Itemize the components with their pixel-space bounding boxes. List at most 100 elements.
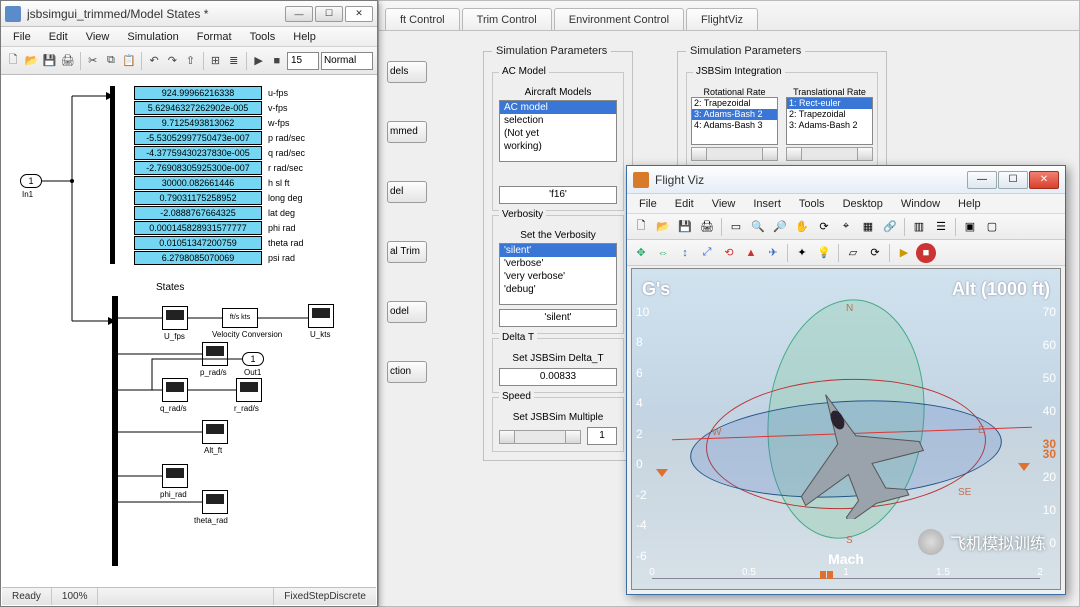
maximize-button[interactable]: ☐ bbox=[998, 171, 1028, 189]
display-v-fps[interactable]: 5.62946327262902e-005 bbox=[134, 101, 262, 115]
list-item[interactable]: 3: Adams-Bash 2 bbox=[692, 109, 777, 120]
cam-pan-icon[interactable]: ⇔ bbox=[653, 243, 673, 263]
scrollbar-trans[interactable] bbox=[786, 147, 873, 161]
menu-insert[interactable]: Insert bbox=[745, 197, 789, 211]
stop-time-input[interactable] bbox=[287, 52, 319, 70]
menu-tools[interactable]: Tools bbox=[242, 30, 284, 44]
brush-icon[interactable]: ▦ bbox=[858, 217, 878, 237]
save-icon[interactable]: 💾 bbox=[675, 217, 695, 237]
open-icon[interactable]: 📂 bbox=[653, 217, 673, 237]
value-speed[interactable]: 1 bbox=[587, 427, 617, 445]
list-item[interactable]: working) bbox=[500, 140, 616, 153]
perspective-icon[interactable]: ▱ bbox=[843, 243, 863, 263]
play-icon[interactable]: ▶ bbox=[251, 51, 267, 71]
menu-tools[interactable]: Tools bbox=[791, 197, 833, 211]
cam-walk-icon[interactable]: ▲ bbox=[741, 243, 761, 263]
menu-view[interactable]: View bbox=[704, 197, 744, 211]
btn-models[interactable]: dels bbox=[387, 61, 427, 83]
menu-edit[interactable]: Edit bbox=[667, 197, 702, 211]
model-explorer-icon[interactable]: ≣ bbox=[226, 51, 242, 71]
btn-action[interactable]: ction bbox=[387, 361, 427, 383]
close-button[interactable]: ✕ bbox=[1029, 171, 1059, 189]
demux-block[interactable] bbox=[110, 86, 115, 264]
menu-help[interactable]: Help bbox=[950, 197, 989, 211]
bus-selector-block[interactable] bbox=[112, 296, 118, 566]
scope-theta-rad[interactable] bbox=[202, 490, 228, 514]
list-item[interactable]: 3: Adams-Bash 2 bbox=[787, 120, 872, 131]
display-q-radsec[interactable]: -4.37759430237830e-005 bbox=[134, 146, 262, 160]
listbox-rot-rate[interactable]: 2: Trapezoidal 3: Adams-Bash 2 4: Adams-… bbox=[691, 97, 778, 145]
new-figure-icon[interactable]: 🗋 bbox=[631, 217, 651, 237]
list-item[interactable]: 'debug' bbox=[500, 283, 616, 296]
menu-file[interactable]: File bbox=[5, 30, 39, 44]
listbox-verbosity[interactable]: 'silent' 'verbose' 'very verbose' 'debug… bbox=[499, 243, 617, 305]
close-button[interactable]: ✕ bbox=[345, 6, 373, 22]
menu-file[interactable]: File bbox=[631, 197, 665, 211]
cam-fly-icon[interactable]: ✈ bbox=[763, 243, 783, 263]
display-theta-rad[interactable]: 0.01051347200759 bbox=[134, 236, 262, 250]
link-icon[interactable]: 🔗 bbox=[880, 217, 900, 237]
maximize-button[interactable]: ☐ bbox=[315, 6, 343, 22]
display-r-radsec[interactable]: -2.76908305925300e-007 bbox=[134, 161, 262, 175]
list-item[interactable]: 1: Rect-euler bbox=[787, 98, 872, 109]
list-item[interactable]: AC model bbox=[500, 101, 616, 114]
redo-icon[interactable]: ↷ bbox=[164, 51, 180, 71]
titlebar[interactable]: jsbsimgui_trimmed/Model States * — ☐ ✕ bbox=[1, 1, 377, 27]
stop-icon[interactable]: ■ bbox=[916, 243, 936, 263]
pointer-icon[interactable]: ▭ bbox=[726, 217, 746, 237]
list-item[interactable]: 'silent' bbox=[500, 244, 616, 257]
list-item[interactable]: selection bbox=[500, 114, 616, 127]
reset-icon[interactable]: ⟳ bbox=[865, 243, 885, 263]
sldebug-icon[interactable]: ⊞ bbox=[207, 51, 223, 71]
cam-dolly-icon[interactable]: ↕ bbox=[675, 243, 695, 263]
listbox-trans-rate[interactable]: 1: Rect-euler 2: Trapezoidal 3: Adams-Ba… bbox=[786, 97, 873, 145]
cam-zoom-icon[interactable]: ⤢ bbox=[697, 243, 717, 263]
nav-up-icon[interactable]: ⇧ bbox=[182, 51, 198, 71]
list-item[interactable]: 'very verbose' bbox=[500, 270, 616, 283]
open-icon[interactable]: 📂 bbox=[23, 51, 39, 71]
datacursor-icon[interactable]: ⌖ bbox=[836, 217, 856, 237]
scope-q-rads[interactable] bbox=[162, 378, 188, 402]
list-item[interactable]: 2: Trapezoidal bbox=[692, 98, 777, 109]
light-icon[interactable]: 💡 bbox=[814, 243, 834, 263]
btn-trimmed[interactable]: mmed bbox=[387, 121, 427, 143]
value-verbosity[interactable]: 'silent' bbox=[499, 309, 617, 327]
value-ac-model[interactable]: 'f16' bbox=[499, 186, 617, 204]
scope-phi-rad[interactable] bbox=[162, 464, 188, 488]
btn-al-trim[interactable]: al Trim bbox=[387, 241, 427, 263]
print-icon[interactable]: 🖨 bbox=[60, 51, 76, 71]
rotate-icon[interactable]: ⟳ bbox=[814, 217, 834, 237]
list-item[interactable]: 'verbose' bbox=[500, 257, 616, 270]
menu-window[interactable]: Window bbox=[893, 197, 948, 211]
undo-icon[interactable]: ↶ bbox=[146, 51, 162, 71]
menu-format[interactable]: Format bbox=[189, 30, 240, 44]
stop-icon[interactable]: ■ bbox=[269, 51, 285, 71]
scope-u-fps[interactable] bbox=[162, 306, 188, 330]
value-delta-t[interactable]: 0.00833 bbox=[499, 368, 617, 386]
scope-p-rads[interactable] bbox=[202, 342, 228, 366]
display-long-deg[interactable]: 0.79031175258952 bbox=[134, 191, 262, 205]
minimize-button[interactable]: — bbox=[285, 6, 313, 22]
scrollbar-rot[interactable] bbox=[691, 147, 778, 161]
listbox-aircraft-models[interactable]: AC model selection (Not yet working) bbox=[499, 100, 617, 162]
new-icon[interactable]: 🗋 bbox=[5, 51, 21, 71]
minimize-button[interactable]: — bbox=[967, 171, 997, 189]
btn-model[interactable]: del bbox=[387, 181, 427, 203]
list-item[interactable]: 2: Trapezoidal bbox=[787, 109, 872, 120]
hideplottools-icon[interactable]: ▢ bbox=[982, 217, 1002, 237]
inport-block[interactable]: 1 bbox=[20, 174, 42, 188]
menu-simulation[interactable]: Simulation bbox=[119, 30, 186, 44]
cam-roll-icon[interactable]: ⟲ bbox=[719, 243, 739, 263]
display-h-sl-ft[interactable]: 30000.082661446 bbox=[134, 176, 262, 190]
print-icon[interactable]: 🖨 bbox=[697, 217, 717, 237]
play-icon[interactable]: ▶ bbox=[894, 243, 914, 263]
flightviz-titlebar[interactable]: Flight Viz — ☐ ✕ bbox=[627, 166, 1065, 194]
scope-u-kts[interactable] bbox=[308, 304, 334, 328]
slider-speed[interactable] bbox=[499, 430, 581, 444]
tab-ft-control[interactable]: ft Control bbox=[385, 8, 460, 30]
tab-trim-control[interactable]: Trim Control bbox=[462, 8, 552, 30]
save-icon[interactable]: 💾 bbox=[41, 51, 57, 71]
gain-velocity-conversion[interactable]: ft/s kts bbox=[222, 308, 258, 328]
cam-orbit-icon[interactable]: ✥ bbox=[631, 243, 651, 263]
display-u-fps[interactable]: 924.99966216338 bbox=[134, 86, 262, 100]
